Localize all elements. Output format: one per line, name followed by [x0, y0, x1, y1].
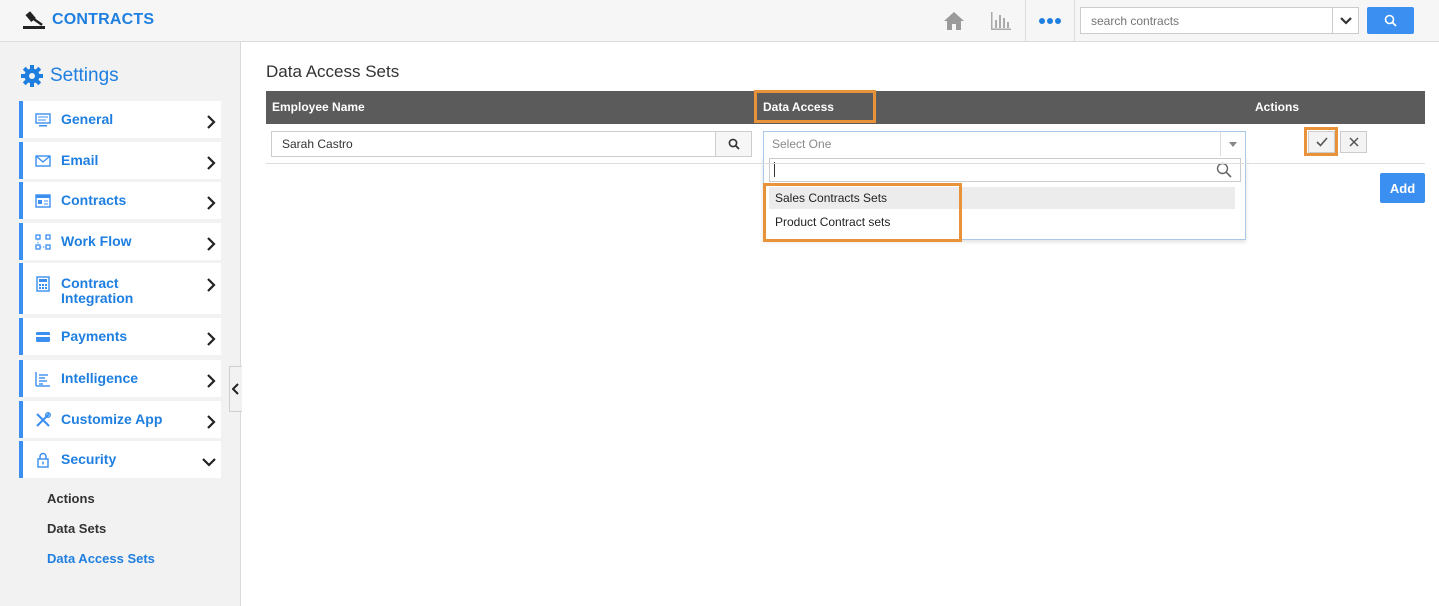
select-arrow[interactable]: [1220, 132, 1245, 156]
data-access-select[interactable]: Select One: [763, 131, 1246, 157]
sidebar-item-work-flow[interactable]: Work Flow: [19, 223, 221, 260]
gear-icon: [21, 65, 43, 87]
integration-icon: [36, 276, 50, 292]
sidebar-subitem-data-sets[interactable]: Data Sets: [47, 521, 106, 536]
dropdown-option-sales-contracts-sets[interactable]: Sales Contracts Sets: [769, 187, 1235, 209]
home-icon[interactable]: [939, 6, 969, 36]
search-icon: [1384, 14, 1397, 27]
text-cursor: [774, 162, 775, 177]
sidebar-collapse-toggle[interactable]: [229, 366, 242, 412]
sidebar-item-general[interactable]: General: [19, 101, 221, 138]
column-header-employee-name: Employee Name: [272, 100, 365, 114]
sidebar-item-label: Email: [61, 152, 99, 168]
more-icon[interactable]: [1035, 6, 1065, 36]
app-title: CONTRACTS: [52, 11, 155, 28]
topbar-divider: [1074, 0, 1075, 42]
envelope-icon: [35, 155, 51, 167]
top-bar: CONTRACTS: [0, 0, 1439, 42]
settings-heading: Settings: [20, 64, 119, 88]
topbar-divider: [1025, 0, 1026, 42]
sidebar-item-security[interactable]: Security: [19, 441, 221, 478]
gavel-icon: [23, 11, 45, 29]
chevron-right-icon: [207, 374, 216, 388]
sidebar-item-label: Contracts: [61, 192, 127, 208]
chevron-right-icon: [207, 278, 216, 292]
sidebar-item-email[interactable]: Email: [19, 142, 221, 179]
settings-title: Settings: [50, 65, 119, 86]
sidebar-subitem-data-access-sets[interactable]: Data Access Sets: [47, 551, 155, 566]
cancel-row-button[interactable]: [1340, 131, 1367, 153]
save-row-button[interactable]: [1308, 131, 1335, 153]
chevron-right-icon: [207, 115, 216, 129]
dropdown-search-input[interactable]: [769, 158, 1241, 182]
search-icon: [728, 138, 740, 150]
search-filter-dropdown[interactable]: [1333, 7, 1359, 34]
app-brand[interactable]: CONTRACTS: [22, 10, 154, 30]
tools-icon: [36, 412, 51, 427]
column-header-actions: Actions: [1255, 100, 1300, 114]
caret-down-icon: [1229, 141, 1237, 147]
sidebar-item-label: Security: [61, 451, 117, 467]
search-icon: [1216, 162, 1232, 178]
sidebar-item-label: Contract Integration: [61, 275, 134, 306]
employee-search-button[interactable]: [715, 131, 752, 157]
search-input[interactable]: [1080, 7, 1333, 34]
chevron-right-icon: [207, 156, 216, 170]
search-button[interactable]: [1367, 7, 1414, 34]
dropdown-option-product-contract-sets[interactable]: Product Contract sets: [769, 211, 1235, 233]
sidebar-item-label: Customize App: [61, 411, 163, 427]
column-header-data-access: Data Access: [763, 100, 834, 114]
workflow-icon: [35, 234, 51, 250]
sidebar-item-customize-app[interactable]: Customize App: [19, 401, 221, 438]
chevron-right-icon: [207, 332, 216, 346]
chevron-right-icon: [207, 237, 216, 251]
contract-icon: [35, 194, 51, 208]
page-title: Data Access Sets: [266, 62, 400, 81]
sidebar-item-label: Work Flow: [61, 233, 132, 249]
chevron-right-icon: [207, 415, 216, 429]
row-divider: [266, 163, 1425, 164]
employee-name-field[interactable]: Sarah Castro: [271, 131, 716, 157]
card-icon: [36, 332, 50, 342]
sidebar-item-contracts[interactable]: Contracts: [19, 182, 221, 219]
close-icon: [1348, 137, 1359, 147]
chevron-down-icon: [202, 458, 216, 467]
monitor-icon: [35, 113, 51, 127]
reports-icon[interactable]: [986, 6, 1016, 36]
add-button[interactable]: Add: [1380, 173, 1425, 203]
chart-icon: [35, 372, 50, 387]
sidebar-subitem-actions[interactable]: Actions: [47, 491, 95, 506]
sidebar-item-label: Intelligence: [61, 370, 139, 386]
lock-icon: [37, 452, 49, 468]
check-icon: [1315, 137, 1328, 147]
chevron-left-icon: [232, 383, 239, 395]
table-header: Employee Name Data Access Actions: [266, 91, 1425, 124]
sidebar-item-intelligence[interactable]: Intelligence: [19, 360, 221, 397]
sidebar-item-label: Payments: [61, 328, 128, 344]
sidebar-item-contract-integration[interactable]: Contract Integration: [19, 263, 221, 314]
sidebar-item-payments[interactable]: Payments: [19, 318, 221, 355]
sidebar-item-label: General: [61, 111, 114, 127]
chevron-right-icon: [207, 196, 216, 210]
chevron-down-icon: [1339, 16, 1352, 25]
